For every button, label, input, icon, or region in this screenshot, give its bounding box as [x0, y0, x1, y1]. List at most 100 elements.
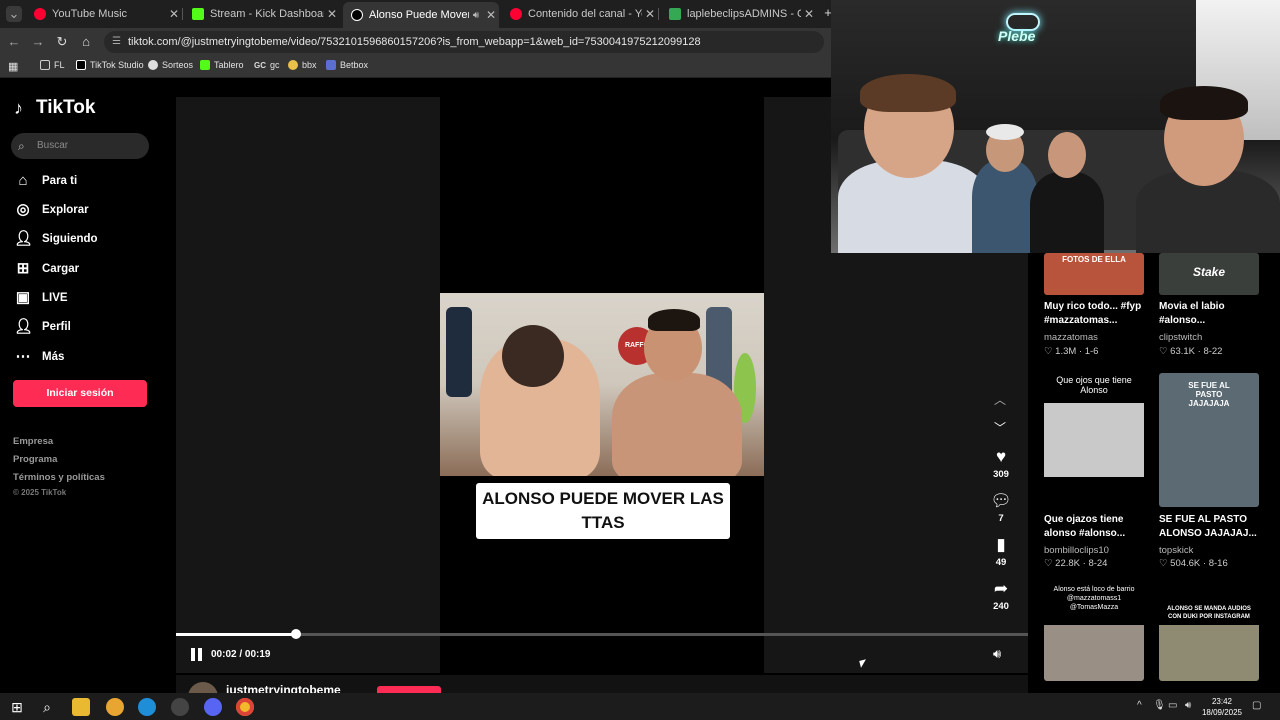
site-info-icon[interactable]: ☰ [112, 31, 121, 53]
notifications-icon[interactable]: ▢ [1252, 700, 1261, 711]
profile-icon: 👤︎ [14, 318, 34, 335]
chevron-down-icon[interactable]: ﹀ [994, 419, 1006, 436]
related-thumb-1[interactable]: Stake [1159, 253, 1259, 295]
comment-count: 7 [998, 513, 1004, 524]
chrome-icon[interactable] [236, 698, 254, 716]
edge-icon[interactable] [138, 698, 156, 716]
kick-icon [192, 8, 204, 20]
related-thumb-2[interactable]: Que ojos que tiene Alonso [1044, 373, 1144, 507]
taskbar: ⊞ ⌕ ^ 🎙︎ ▭ 🔊︎ 23:42 18/09/2025 ▢ [0, 693, 1280, 720]
clock-time: 23:42 [1211, 697, 1232, 706]
tab-youtube-studio[interactable]: Contenido del canal - YouTube ✕ [502, 3, 658, 25]
footer-link-terminos[interactable]: Términos y políticas [13, 472, 105, 483]
screen: ⌄ YouTube Music ✕ Stream - Kick Dashboar… [0, 0, 1280, 720]
more-icon: ⋯ [15, 348, 31, 365]
related-title-2[interactable]: Que ojazos tiene alonso #alonso... [1044, 513, 1154, 541]
tab-youtube-music[interactable]: YouTube Music ✕ [26, 3, 182, 25]
bookmark-gc[interactable]: GC gc [254, 60, 280, 70]
login-button[interactable]: Iniciar sesión [13, 380, 147, 407]
bookmark-label: bbx [302, 60, 317, 70]
reload-icon[interactable]: ↻ [54, 34, 70, 50]
bookmark-sorteos[interactable]: Sorteos [148, 60, 193, 70]
close-icon[interactable]: ✕ [166, 7, 182, 21]
comment-button[interactable]: 💬︎ 7 [986, 491, 1016, 524]
footer-link-empresa[interactable]: Empresa [13, 436, 53, 447]
footer-link-programa[interactable]: Programa [13, 454, 57, 465]
windows-start-icon[interactable]: ⊞ [8, 698, 26, 716]
neon-sign: Plebe [998, 28, 1036, 44]
tab-search-icon[interactable]: ⌄ [6, 6, 22, 22]
related-title-3[interactable]: SE FUE AL PASTO ALONSO JAJAJAJ... [1159, 513, 1269, 541]
related-title-1[interactable]: Movia el labio #alonso... [1159, 300, 1269, 328]
speaker-icon[interactable]: 🔊︎ [469, 10, 483, 21]
discord-icon[interactable] [204, 698, 222, 716]
betbox-icon [326, 60, 336, 70]
webcam-person-2 [972, 160, 1038, 253]
app-icon[interactable] [106, 698, 124, 716]
search-icon[interactable]: ⌕ [38, 698, 56, 716]
related-author-3[interactable]: topskick [1159, 545, 1193, 556]
related-thumb-5[interactable]: ALONSO SE MANDA AUDIOS CON DUKI POR INST… [1159, 583, 1259, 681]
webcam-person-3-head [1048, 132, 1086, 178]
related-author-1[interactable]: clipstwitch [1159, 332, 1202, 343]
nav-para-ti[interactable]: ⌂ Para ti [14, 171, 77, 191]
tab-google-drive[interactable]: laplebeclipsADMINS - Google ✕ [661, 3, 817, 25]
tiktok-logo[interactable]: ♪ TikTok [14, 97, 95, 119]
apps-icon[interactable]: ▦ [8, 60, 18, 73]
nav-siguiendo[interactable]: 👤︎ Siguiendo [14, 229, 98, 249]
related-thumb-0[interactable]: FOTOS DE ELLA [1044, 253, 1144, 295]
webcam-person-1-hair [860, 74, 956, 112]
bookmark-bbx[interactable]: bbx [288, 60, 317, 70]
close-icon[interactable]: ✕ [801, 7, 817, 21]
bookmark-fl[interactable]: FL [40, 60, 65, 70]
progress-handle[interactable] [290, 629, 301, 639]
tab-separator [182, 8, 183, 20]
file-explorer-icon[interactable] [72, 698, 90, 716]
related-title-0[interactable]: Muy rico todo... #fyp #mazzatomas... [1044, 300, 1154, 328]
related-author-0[interactable]: mazzatomas [1044, 332, 1098, 343]
close-icon[interactable]: ✕ [324, 7, 340, 21]
pause-icon [198, 648, 202, 661]
bookmark-tablero[interactable]: Tablero [200, 60, 244, 70]
progress-bar[interactable] [176, 629, 1028, 639]
close-icon[interactable]: ✕ [642, 7, 658, 21]
network-icon[interactable]: ▭ [1168, 700, 1177, 711]
related-thumb-4[interactable]: Alonso está loco de barrio @mazzatomass1… [1044, 583, 1144, 681]
thumb-overlay-text: SE FUE AL PASTO JAJAJAJA [1188, 381, 1230, 408]
folder-icon [40, 60, 50, 70]
nav-explorar[interactable]: ◎ Explorar [14, 200, 88, 220]
search-input[interactable]: ⌕ Buscar [11, 133, 149, 159]
share-count: 240 [993, 601, 1009, 612]
bookmark-label: TikTok Studio [90, 60, 144, 70]
like-button[interactable]: ♥ 309 [986, 447, 1016, 480]
nav-live[interactable]: ▣ LIVE [14, 288, 68, 308]
related-thumb-3[interactable]: SE FUE AL PASTO JAJAJAJA [1159, 373, 1259, 507]
obs-icon[interactable] [171, 698, 189, 716]
logo-text: TikTok [36, 97, 96, 118]
share-button[interactable]: ➦ 240 [986, 579, 1016, 612]
thumb-image [1044, 625, 1144, 681]
tab-title: Stream - Kick Dashboard [210, 8, 324, 20]
tray-chevron-icon[interactable]: ^ [1137, 700, 1142, 711]
microphone-icon[interactable]: 🎙︎ [1153, 700, 1166, 711]
home-icon[interactable]: ⌂ [78, 34, 94, 50]
save-button[interactable]: ▮ 49 [986, 535, 1016, 568]
close-icon[interactable]: ✕ [483, 8, 499, 22]
tab-tiktok-video[interactable]: Alonso Puede Mover Las Tt 🔊︎ ✕ [343, 2, 499, 28]
bookmark-betbox[interactable]: Betbox [326, 60, 368, 70]
chevron-up-icon[interactable]: ︿ [994, 391, 1006, 408]
forward-icon[interactable]: → [30, 34, 46, 50]
webcam-person-4-hair [1160, 86, 1248, 120]
volume-icon[interactable]: 🔊︎ [993, 646, 1001, 662]
tab-kick-dashboard[interactable]: Stream - Kick Dashboard ✕ [184, 3, 340, 25]
back-icon[interactable]: ← [6, 34, 22, 50]
pause-button[interactable] [191, 648, 203, 661]
volume-icon[interactable]: 🔊︎ [1185, 700, 1191, 711]
nav-perfil[interactable]: 👤︎ Perfil [14, 317, 71, 337]
address-bar[interactable]: ☰ tiktok.com/@justmetryingtobeme/video/7… [104, 31, 824, 53]
nav-cargar[interactable]: ⊞ Cargar [14, 259, 79, 279]
system-clock[interactable]: 23:42 18/09/2025 [1202, 696, 1242, 718]
related-author-2[interactable]: bombilloclips10 [1044, 545, 1109, 556]
bookmark-tiktok-studio[interactable]: TikTok Studio [76, 60, 144, 70]
nav-mas[interactable]: ⋯ Más [14, 347, 65, 367]
